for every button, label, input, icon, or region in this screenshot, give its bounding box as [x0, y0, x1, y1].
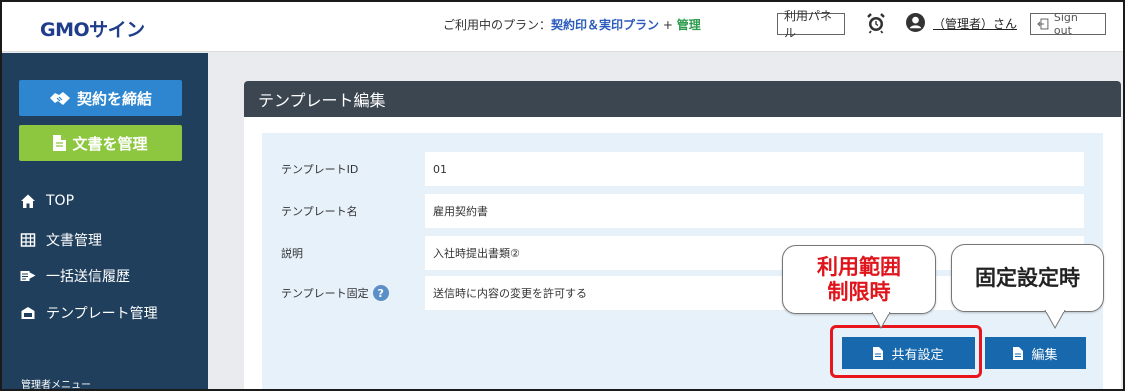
sidebar-item-top[interactable]: TOP — [20, 193, 74, 209]
callout-line: 固定設定時 — [975, 265, 1080, 290]
manage-documents-button[interactable]: 文書を管理 — [19, 125, 182, 161]
callout-line: 制限時 — [827, 279, 891, 304]
fixed-setting-callout: 固定設定時 — [951, 244, 1104, 312]
template-id-value: 01 — [425, 152, 1084, 186]
usage-restriction-callout: 利用範囲 制限時 — [782, 245, 936, 314]
field-label-with-help: テンプレート固定 ? — [281, 285, 389, 301]
template-icon — [21, 307, 35, 319]
plan-plus: + — [659, 18, 677, 32]
sidebar-item-bulk-send-history[interactable]: 一括送信履歴 — [20, 266, 130, 286]
sidebar-item-label: TOP — [46, 193, 75, 209]
current-plan: ご利用中のプラン：契約印＆実印プラン + 管理 — [443, 16, 701, 33]
template-name-value: 雇用契約書 — [425, 194, 1084, 228]
sidebar-item-label: 一括送信履歴 — [46, 269, 130, 285]
sidebar-item-document-management[interactable]: 文書管理 — [20, 230, 102, 250]
plan-prefix: ご利用中のプラン： — [443, 18, 552, 32]
field-label: 説明 — [281, 247, 303, 260]
user-avatar-icon[interactable] — [906, 13, 925, 32]
form-row-template-name: テンプレート名 雇用契約書 — [262, 194, 1103, 228]
sidebar-item-label: 文書管理 — [46, 233, 102, 249]
plan-name: 契約印＆実印プラン — [551, 18, 660, 32]
callout-line: 利用範囲 — [817, 254, 901, 279]
handshake-icon — [49, 92, 70, 105]
user-name-link[interactable]: （管理者）さん — [933, 15, 1017, 32]
field-label: テンプレート名 — [281, 205, 358, 218]
help-icon[interactable]: ? — [372, 285, 389, 301]
usage-panel-button[interactable]: 利用パネル — [777, 9, 845, 40]
gmo-sign-logo[interactable]: GMOサイン — [40, 15, 145, 42]
callout-tail — [1044, 310, 1066, 330]
sidebar-item-label: テンプレート管理 — [46, 306, 158, 322]
edit-label: 編集 — [1031, 347, 1058, 363]
top-header: GMOサイン ご利用中のプラン：契約印＆実印プラン + 管理 利用パネル （管理… — [2, 2, 1123, 52]
table-icon — [20, 233, 36, 247]
sign-out-icon — [1037, 18, 1049, 30]
field-label: テンプレートID — [281, 163, 359, 176]
admin-menu-heading: 管理者メニュー — [21, 380, 91, 391]
contract-button-label: 契約を締結 — [76, 89, 152, 108]
sign-out-label: Sign out — [1053, 11, 1078, 37]
form-row-template-id: テンプレートID 01 — [262, 152, 1103, 186]
alarm-clock-icon[interactable] — [866, 12, 886, 34]
document-icon — [53, 135, 67, 151]
page-title: テンプレート編集 — [244, 81, 1121, 117]
home-icon — [21, 194, 35, 208]
manage-button-label: 文書を管理 — [72, 134, 148, 153]
screenshot-frame: GMOサイン ご利用中のプラン：契約印＆実印プラン + 管理 利用パネル （管理… — [0, 0, 1125, 391]
document-icon — [1013, 346, 1024, 360]
bulk-send-icon — [20, 271, 36, 281]
callout-tail — [871, 312, 891, 330]
field-label-text: テンプレート固定 — [281, 287, 369, 300]
sidebar: 契約を締結 文書を管理 TOP 文書管理 一括送信履歴 テンプレート管理 管理者… — [2, 53, 208, 391]
plan-admin: 管理 — [676, 18, 701, 32]
edit-button[interactable]: 編集 — [985, 337, 1086, 369]
sign-out-button[interactable]: Sign out — [1030, 11, 1106, 37]
share-button-highlight — [830, 325, 982, 378]
sidebar-item-template-management[interactable]: テンプレート管理 — [20, 303, 158, 323]
contract-button[interactable]: 契約を締結 — [19, 80, 182, 116]
